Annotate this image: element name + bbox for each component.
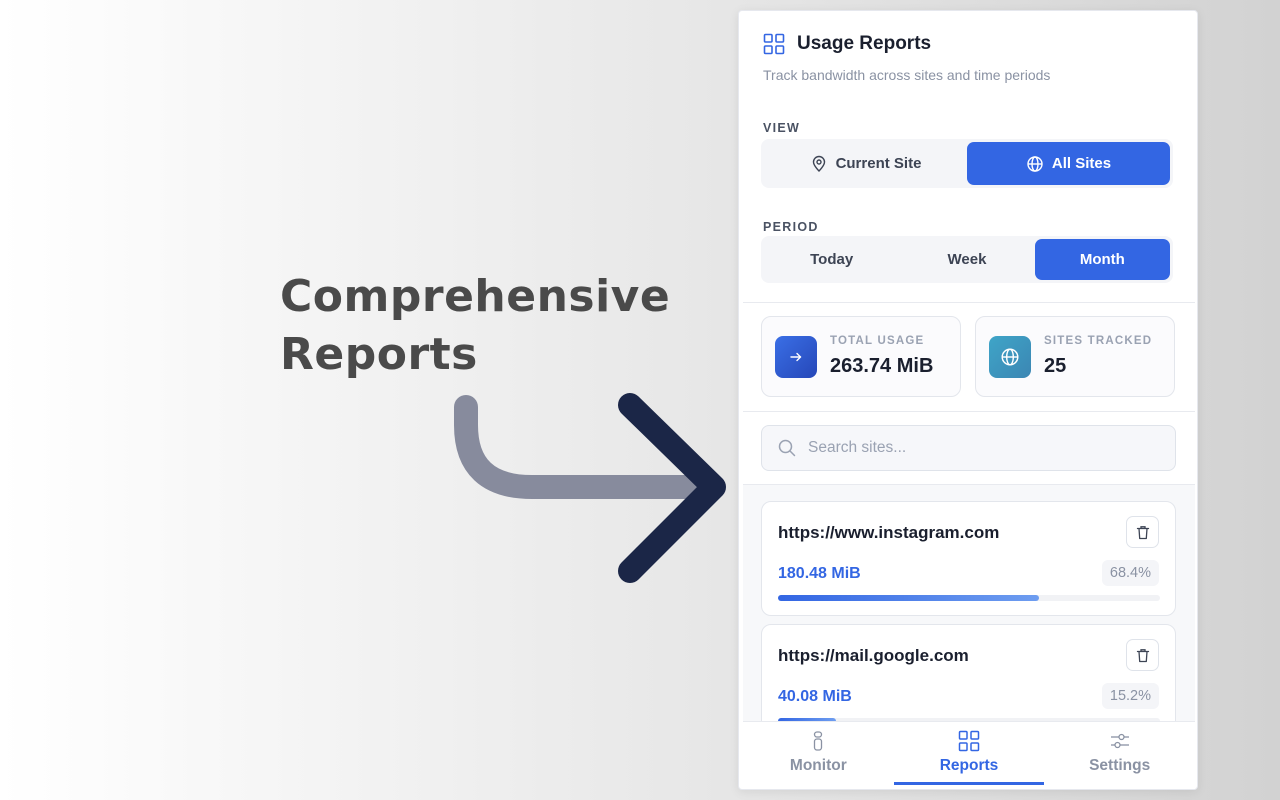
grid-icon (763, 33, 785, 55)
period-month-button[interactable]: Month (1034, 239, 1170, 280)
panel-header: Usage Reports Track bandwidth across sit… (763, 33, 1050, 83)
site-url: https://mail.google.com (778, 646, 969, 665)
page-subtitle: Track bandwidth across sites and time pe… (763, 67, 1051, 83)
nav-settings[interactable]: Settings (1044, 722, 1195, 789)
total-usage-card: TOTAL USAGE 263.74 MiB (761, 316, 961, 397)
promo-title-line2: Reports (280, 329, 478, 380)
curved-arrow-icon (454, 393, 726, 583)
usage-bar-fill (778, 595, 1040, 601)
period-week-button[interactable]: Week (899, 239, 1034, 280)
sites-tracked-value: 25 (1044, 355, 1067, 377)
promo-title-line1: Comprehensive (280, 271, 671, 322)
nav-monitor[interactable]: Monitor (743, 722, 894, 789)
globe-icon (1027, 155, 1043, 172)
site-percent: 68.4% (1101, 560, 1159, 586)
site-card: https://mail.google.com 40.08 MiB 15.2% (761, 624, 1176, 721)
nav-reports[interactable]: Reports (893, 722, 1045, 789)
divider (743, 411, 1195, 412)
page-title: Usage Reports (797, 33, 932, 54)
trash-icon (1136, 525, 1149, 539)
period-today-button[interactable]: Today (764, 239, 899, 280)
bottom-nav: Monitor Reports Settings (743, 721, 1195, 789)
grid-icon (958, 730, 980, 752)
view-label: VIEW (763, 121, 801, 135)
site-percent: 15.2% (1101, 683, 1159, 709)
view-current-site-button[interactable]: Current Site (764, 142, 967, 185)
sliders-icon (1110, 733, 1129, 749)
total-usage-label: TOTAL USAGE (830, 335, 925, 347)
sites-tracked-card: SITES TRACKED 25 (975, 316, 1175, 397)
trash-icon (1136, 648, 1149, 662)
monitor-icon (814, 731, 823, 751)
total-usage-value: 263.74 MiB (830, 355, 934, 377)
usage-bar (778, 595, 1160, 601)
location-pin-icon (812, 155, 825, 172)
view-all-sites-label: All Sites (1051, 155, 1112, 172)
nav-monitor-label: Monitor (789, 757, 847, 774)
sites-tracked-label: SITES TRACKED (1044, 335, 1153, 347)
nav-settings-label: Settings (1089, 757, 1151, 774)
divider (743, 302, 1195, 303)
promo-title: Comprehensive Reports (280, 268, 670, 384)
delete-site-button[interactable] (1126, 516, 1159, 548)
view-all-sites-button[interactable]: All Sites (967, 142, 1170, 185)
period-label: PERIOD (763, 220, 819, 234)
view-current-site-label: Current Site (835, 155, 922, 172)
search-icon (778, 439, 796, 457)
nav-reports-label: Reports (939, 757, 999, 774)
delete-site-button[interactable] (1126, 639, 1159, 671)
period-toggle: Today Week Month (761, 236, 1173, 283)
reports-panel: Usage Reports Track bandwidth across sit… (738, 10, 1198, 790)
search-box (761, 425, 1176, 471)
view-toggle: Current Site All Sites (761, 139, 1173, 188)
site-list: https://www.instagram.com 180.48 MiB 68.… (743, 485, 1195, 721)
search-input[interactable] (808, 439, 1148, 457)
site-url: https://www.instagram.com (778, 523, 1000, 542)
arrow-right-icon (775, 335, 817, 378)
site-usage: 40.08 MiB (778, 688, 852, 705)
site-usage: 180.48 MiB (778, 565, 861, 582)
site-card: https://www.instagram.com 180.48 MiB 68.… (761, 501, 1176, 616)
globe-icon (989, 335, 1031, 378)
